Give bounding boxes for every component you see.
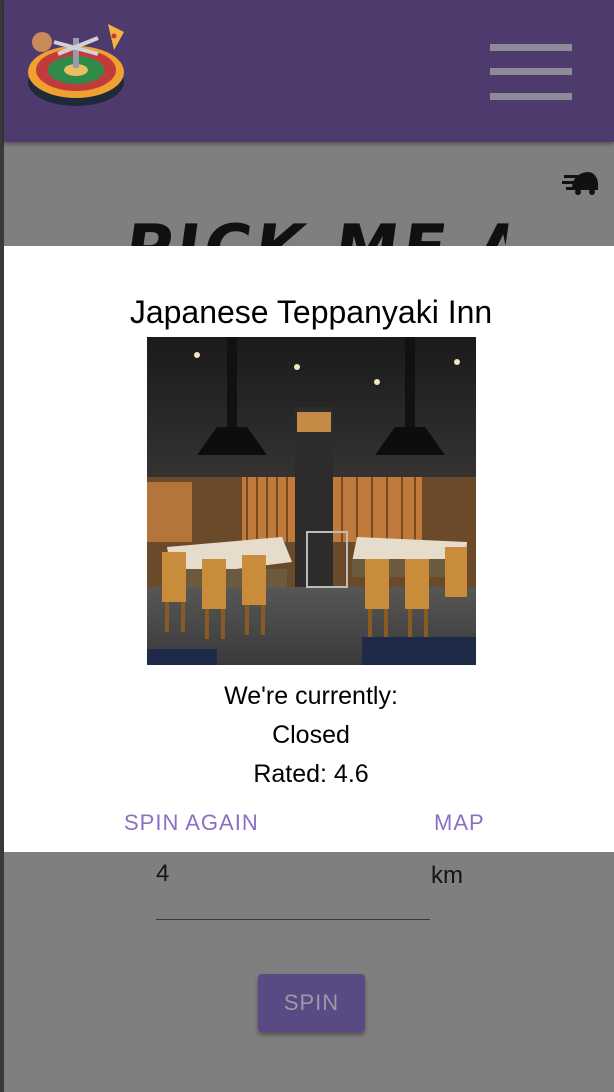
spin-again-button[interactable]: SPIN AGAIN — [124, 810, 259, 836]
restaurant-dialog: Japanese Teppanyaki Inn We're currently:… — [4, 246, 614, 852]
distance-input-underline — [156, 919, 430, 920]
spin-button[interactable]: SPIN — [258, 974, 365, 1032]
roulette-food-logo-icon[interactable] — [24, 20, 130, 110]
open-status-value: Closed — [272, 721, 350, 749]
fast-forward-speed-icon[interactable] — [562, 166, 600, 196]
map-button[interactable]: MAP — [434, 810, 485, 836]
app-bar — [4, 0, 614, 142]
hamburger-menu-icon[interactable] — [490, 42, 574, 102]
restaurant-name: Japanese Teppanyaki Inn — [129, 294, 493, 330]
open-status-heading: We're currently: — [224, 682, 398, 710]
restaurant-photo — [147, 337, 476, 665]
rating-text: Rated: 4.6 — [253, 760, 369, 788]
distance-input[interactable]: 4 — [156, 860, 169, 888]
distance-unit-label: km — [431, 862, 463, 889]
